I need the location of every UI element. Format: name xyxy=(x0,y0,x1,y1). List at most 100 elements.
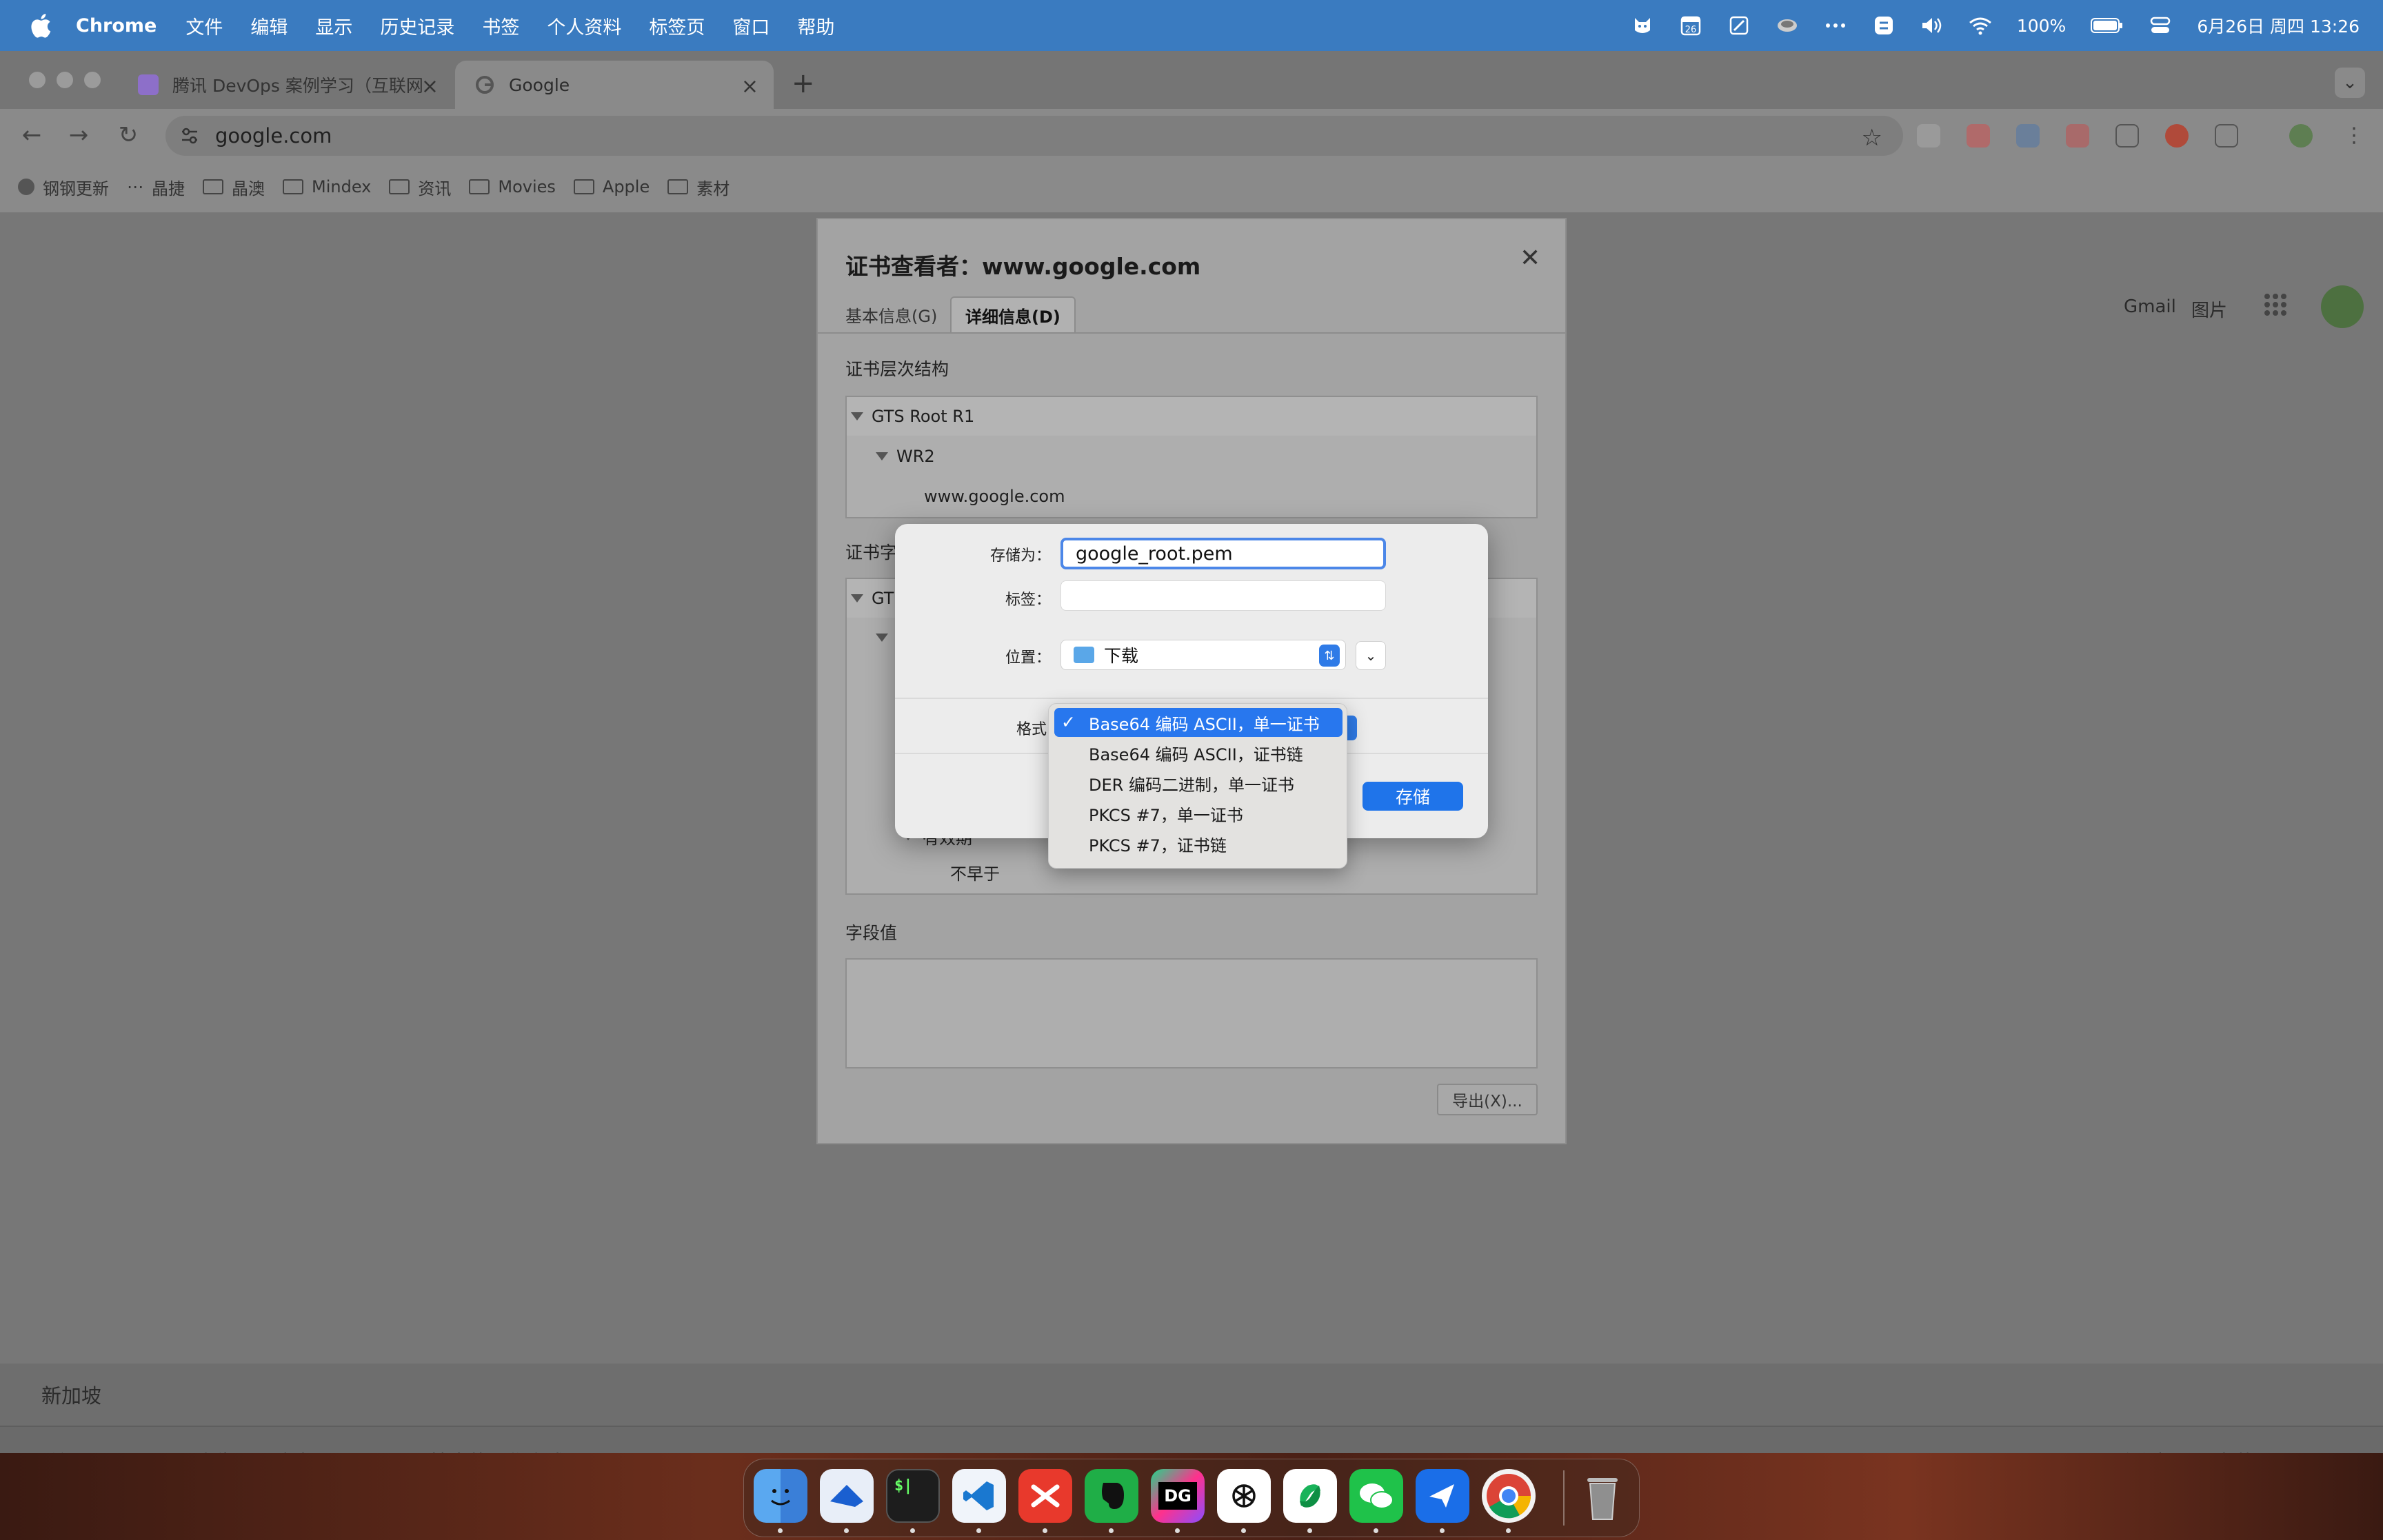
menu-tab[interactable]: 标签页 xyxy=(649,12,705,39)
wechat-icon[interactable] xyxy=(1349,1469,1403,1523)
finder-icon[interactable] xyxy=(754,1469,807,1523)
bookmark-item[interactable]: 钢钢更新 xyxy=(18,175,109,199)
menu-edit[interactable]: 编辑 xyxy=(250,12,288,39)
feishu-icon[interactable] xyxy=(1416,1469,1469,1523)
gmail-link[interactable]: Gmail xyxy=(2124,296,2176,317)
wifi-icon[interactable] xyxy=(1969,14,1992,37)
bookmark-folder[interactable]: Mindex xyxy=(283,177,371,196)
field-value-box[interactable] xyxy=(845,958,1538,1068)
volume-icon[interactable] xyxy=(1920,14,1944,37)
footer-privacy-link[interactable]: 隐私权 xyxy=(2117,1448,2175,1453)
chrome-menu-icon[interactable]: ⋮ xyxy=(2339,120,2369,150)
expand-triangle-icon[interactable] xyxy=(876,452,888,460)
new-tab-icon[interactable]: + xyxy=(792,68,815,99)
cat-icon[interactable] xyxy=(1631,14,1654,37)
url-text[interactable]: google.com xyxy=(215,124,332,148)
close-icon[interactable]: × xyxy=(421,74,439,99)
window-minimize-button[interactable] xyxy=(57,72,73,88)
bookmark-item[interactable]: ⋯ 晶捷 xyxy=(127,175,185,199)
footer-about-link[interactable]: 关于 Google xyxy=(48,1448,161,1453)
tab-google[interactable]: Google × xyxy=(455,61,774,109)
format-option-pkcs7-single[interactable]: PKCS #7，单一证书 xyxy=(1054,799,1343,828)
format-option-pkcs7-chain[interactable]: PKCS #7，证书链 xyxy=(1054,829,1343,858)
images-link[interactable]: 图片 xyxy=(2191,296,2227,322)
menu-bookmarks[interactable]: 书签 xyxy=(482,12,519,39)
copilot-icon[interactable] xyxy=(1283,1469,1337,1523)
tags-input[interactable] xyxy=(1060,580,1386,611)
terminal-icon[interactable]: $| xyxy=(886,1469,940,1523)
tree-row-intermediate[interactable]: WR2 xyxy=(876,437,935,476)
vscode-icon[interactable] xyxy=(952,1469,1006,1523)
expand-chevron-icon[interactable]: ⌄ xyxy=(1356,641,1386,670)
apple-menu-icon[interactable] xyxy=(28,12,52,39)
footer-how-search-works-link[interactable]: Google 搜索的运作方式 xyxy=(356,1448,565,1453)
xmind-icon[interactable] xyxy=(1018,1469,1072,1523)
extension-2-icon[interactable] xyxy=(1967,124,1990,148)
chatgpt-icon[interactable] xyxy=(1217,1469,1271,1523)
bookmark-folder[interactable]: 晶澳 xyxy=(203,175,265,199)
forward-icon[interactable]: → xyxy=(63,120,94,150)
close-icon[interactable]: ✕ xyxy=(1520,244,1540,272)
format-option-base64-single[interactable]: ✓ Base64 编码 ASCII，单一证书 xyxy=(1054,708,1343,737)
menu-view[interactable]: 显示 xyxy=(315,12,352,39)
sync-app-icon[interactable] xyxy=(1872,14,1896,37)
google-apps-icon[interactable] xyxy=(2263,292,2288,317)
address-bar[interactable]: google.com ☆ xyxy=(165,116,1903,156)
clock[interactable]: 6月26日 周四 13:26 xyxy=(2197,13,2360,38)
updown-stepper-icon[interactable]: ⇅ xyxy=(1319,645,1340,667)
reload-icon[interactable]: ↻ xyxy=(113,120,143,150)
export-button[interactable]: 导出(X)... xyxy=(1437,1084,1538,1115)
extension-3-icon[interactable] xyxy=(2016,124,2040,148)
bookmark-folder[interactable]: Movies xyxy=(469,177,556,196)
extension-1-icon[interactable] xyxy=(1917,124,1940,148)
close-icon[interactable]: × xyxy=(741,74,758,99)
control-center-icon[interactable] xyxy=(2149,14,2172,37)
site-settings-icon[interactable] xyxy=(179,125,200,146)
footer-terms-link[interactable]: 条款 xyxy=(2216,1448,2255,1453)
format-option-der-single[interactable]: DER 编码二进制，单一证书 xyxy=(1054,769,1343,798)
trash-icon[interactable] xyxy=(1576,1469,1629,1523)
fields-row-child[interactable] xyxy=(876,620,896,655)
expand-triangle-icon[interactable] xyxy=(876,634,888,642)
extension-6-icon[interactable] xyxy=(2165,124,2189,148)
tab-general[interactable]: 基本信息(G) xyxy=(832,296,951,332)
tab-devops[interactable]: 腾讯 DevOps 案例学习（互联网 × xyxy=(119,61,454,109)
menu-profiles[interactable]: 个人资料 xyxy=(547,12,621,39)
pocket-icon[interactable] xyxy=(2066,124,2089,148)
profile-avatar-icon[interactable] xyxy=(2289,124,2313,148)
menu-window[interactable]: 窗口 xyxy=(732,12,770,39)
filename-input[interactable]: google_root.pem xyxy=(1060,538,1386,569)
chrome-icon[interactable] xyxy=(1482,1469,1536,1523)
expand-triangle-icon[interactable] xyxy=(851,412,863,421)
menu-file[interactable]: 文件 xyxy=(185,12,223,39)
window-zoom-button[interactable] xyxy=(84,72,101,88)
menu-app-name[interactable]: Chrome xyxy=(76,15,157,37)
fields-row-not-before[interactable]: 不早于 xyxy=(950,855,1000,889)
back-icon[interactable]: ← xyxy=(17,120,47,150)
extensions-puzzle-icon[interactable] xyxy=(2215,124,2238,148)
bookmark-folder[interactable]: 资讯 xyxy=(389,175,451,199)
save-button[interactable]: 存储 xyxy=(1363,782,1463,811)
footer-business-link[interactable]: 商务 xyxy=(276,1448,314,1453)
footer-ads-link[interactable]: 广告 xyxy=(196,1448,234,1453)
evernote-icon[interactable] xyxy=(1085,1469,1138,1523)
tree-row-leaf[interactable]: www.google.com xyxy=(924,477,1065,516)
expand-triangle-icon[interactable] xyxy=(851,594,863,602)
bookmark-folder[interactable]: 素材 xyxy=(667,175,730,199)
calendar-icon[interactable]: 26 xyxy=(1679,14,1702,37)
extension-5-icon[interactable] xyxy=(2115,124,2139,148)
tab-details[interactable]: 详细信息(D) xyxy=(950,296,1076,332)
battery-icon[interactable] xyxy=(2091,14,2124,37)
more-icon[interactable] xyxy=(1824,14,1847,37)
tab-search-icon[interactable]: ⌄ xyxy=(2335,68,2365,98)
screenshot-tool-icon[interactable] xyxy=(1727,14,1751,37)
menu-help[interactable]: 帮助 xyxy=(797,12,834,39)
location-select[interactable]: 下载 ⇅ xyxy=(1060,640,1346,670)
bookmark-folder[interactable]: Apple xyxy=(573,177,650,196)
datagrip-icon[interactable]: DG xyxy=(1151,1469,1205,1523)
footer-settings-link[interactable]: 设置 xyxy=(2296,1448,2335,1453)
tree-row-root[interactable]: GTS Root R1 xyxy=(847,397,1536,436)
display-icon[interactable] xyxy=(1776,14,1799,37)
window-close-button[interactable] xyxy=(29,72,46,88)
format-option-base64-chain[interactable]: Base64 编码 ASCII，证书链 xyxy=(1054,738,1343,767)
